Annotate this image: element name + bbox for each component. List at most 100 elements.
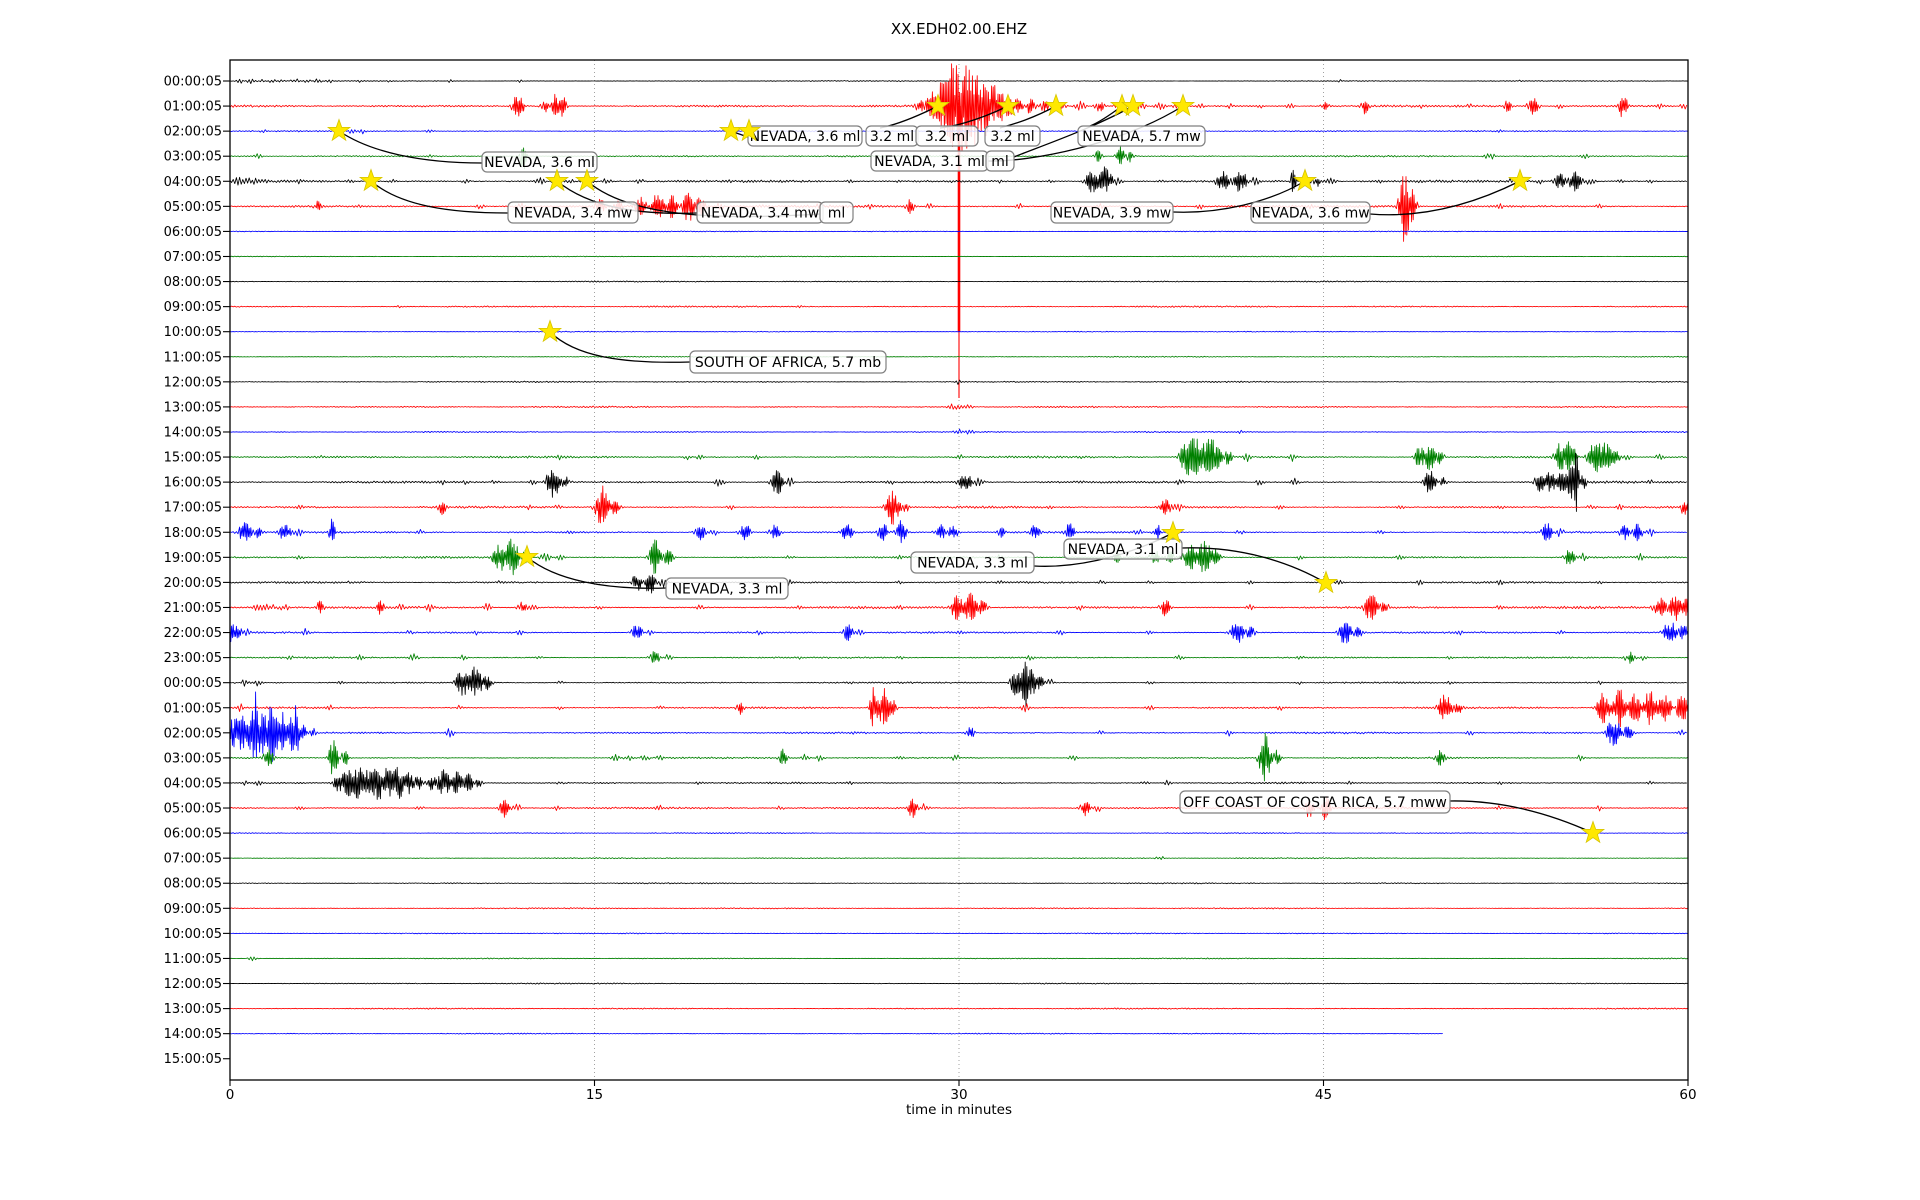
event-annotation: ml [986, 151, 1014, 171]
figure-canvas: 00:00:0501:00:0502:00:0503:00:0504:00:05… [0, 0, 1920, 1200]
event-annotation: NEVADA, 3.3 ml [666, 578, 788, 599]
event-star-marker [328, 120, 350, 141]
trace-row: 04:00:05 [164, 767, 1687, 799]
row-time-label: 03:00:05 [164, 150, 222, 165]
row-time-label: 07:00:05 [164, 852, 222, 867]
trace-row: 23:00:05 [164, 651, 1688, 666]
annotation-leader [339, 131, 482, 163]
row-time-label: 03:00:05 [164, 751, 222, 766]
trace-row: 00:00:05 [164, 662, 1687, 708]
seismic-trace [230, 692, 1687, 762]
seismic-trace [230, 1008, 1688, 1009]
seismogram-plot: 00:00:0501:00:0502:00:0503:00:0504:00:05… [0, 0, 1920, 1200]
event-annotation: 3.2 ml [985, 126, 1040, 146]
trace-row: 01:00:05 [164, 64, 1687, 398]
row-time-label: 12:00:05 [164, 977, 222, 992]
x-tick-label: 15 [586, 1087, 603, 1103]
event-annotation: OFF COAST OF COSTA RICA, 5.7 mww [1180, 791, 1450, 813]
annotation-layer: NEVADA, 3.6 ml NEVADA, 3.4 mw NEVADA, 3.4 … [482, 126, 1450, 813]
seismic-trace [230, 79, 1688, 84]
row-time-label: 21:00:05 [164, 601, 222, 616]
annotation-text: NEVADA, 3.1 ml [874, 154, 985, 170]
annotation-text: ml [828, 206, 846, 222]
event-annotation: ml [820, 202, 853, 223]
row-time-label: 02:00:05 [164, 125, 222, 140]
x-tick-label: 30 [950, 1087, 967, 1103]
trace-row: 02:00:05 [164, 692, 1687, 762]
annotation-text: NEVADA, 3.3 ml [917, 556, 1028, 572]
trace-row: 07:00:05 [164, 852, 1688, 867]
seismic-trace [230, 833, 1688, 834]
event-annotation: NEVADA, 3.1 ml [1064, 539, 1182, 559]
annotation-text: NEVADA, 3.6 ml [484, 155, 595, 171]
annotation-text: 3.2 ml [990, 129, 1034, 145]
event-annotation: NEVADA, 3.9 mw [1051, 202, 1173, 223]
trace-row: 11:00:05 [164, 350, 1688, 365]
row-time-label: 09:00:05 [164, 300, 222, 315]
annotation-leader [1450, 801, 1593, 833]
trace-row: 10:00:05 [164, 325, 1688, 340]
annotation-text: NEVADA, 3.4 mw [514, 206, 632, 222]
event-annotation: NEVADA, 3.6 ml [748, 126, 862, 146]
event-annotation: NEVADA, 3.3 ml [911, 552, 1034, 573]
row-time-label: 16:00:05 [164, 476, 222, 491]
trace-row: 15:00:05 [164, 1052, 230, 1067]
row-time-label: 13:00:05 [164, 1002, 222, 1017]
event-star-marker [720, 120, 742, 141]
event-star-marker [1509, 170, 1531, 191]
trace-row: 15:00:05 [164, 439, 1687, 475]
event-star-marker [1582, 822, 1604, 843]
annotation-text: OFF COAST OF COSTA RICA, 5.7 mww [1183, 795, 1447, 811]
row-time-label: 04:00:05 [164, 175, 222, 190]
row-time-label: 07:00:05 [164, 250, 222, 265]
annotation-leader [1370, 181, 1520, 215]
seismic-trace [230, 429, 1688, 434]
annotation-leader [550, 332, 690, 362]
annotation-text: NEVADA, 5.7 mw [1082, 129, 1200, 145]
row-time-label: 08:00:05 [164, 877, 222, 892]
trace-row: 12:00:05 [164, 977, 1688, 992]
trace-row: 06:00:05 [164, 827, 1688, 842]
trace-row: 09:00:05 [164, 300, 1688, 315]
event-annotation: 3.2 ml [916, 126, 978, 146]
row-time-label: 11:00:05 [164, 350, 222, 365]
trace-row: 05:00:05 [164, 797, 1688, 820]
seismic-trace [230, 652, 1688, 664]
annotation-text: NEVADA, 3.4 mw [701, 206, 819, 222]
row-time-label: 04:00:05 [164, 776, 222, 791]
row-time-label: 15:00:05 [164, 451, 222, 466]
row-time-label: 08:00:05 [164, 275, 222, 290]
row-time-label: 23:00:05 [164, 651, 222, 666]
event-annotation: SOUTH OF AFRICA, 5.7 mb [690, 351, 886, 373]
plot-title: XX.EDH02.00.EHZ [0, 20, 1918, 38]
trace-row: 16:00:05 [164, 453, 1687, 511]
trace-row: 14:00:05 [164, 425, 1688, 440]
trace-row: 20:00:05 [164, 575, 1688, 593]
row-time-label: 10:00:05 [164, 325, 222, 340]
row-time-label: 17:00:05 [164, 501, 222, 516]
seismic-trace [230, 1033, 1443, 1034]
seismic-trace [230, 593, 1688, 621]
row-time-label: 11:00:05 [164, 952, 222, 967]
seismic-trace [230, 331, 1688, 332]
trace-row: 14:00:05 [164, 1027, 1443, 1042]
trace-row: 09:00:05 [164, 902, 1688, 917]
seismic-trace [230, 256, 1688, 257]
event-annotation: NEVADA, 3.6 ml [482, 152, 597, 172]
event-annotation: NEVADA, 3.6 mw [1251, 202, 1370, 223]
x-tick-label: 0 [226, 1087, 235, 1103]
event-star-marker [1172, 95, 1194, 116]
annotation-text: ml [991, 154, 1009, 170]
trace-row: 07:00:05 [164, 250, 1688, 265]
seismic-trace [230, 519, 1687, 543]
trace-row: 13:00:05 [164, 400, 1688, 415]
row-time-label: 19:00:05 [164, 551, 222, 566]
seismic-trace [230, 439, 1687, 475]
trace-row: 18:00:05 [164, 519, 1687, 543]
event-star-marker [1294, 170, 1316, 191]
event-annotation: NEVADA, 3.4 mw [508, 202, 638, 223]
annotation-leader [371, 181, 508, 213]
row-time-label: 06:00:05 [164, 827, 222, 842]
row-time-label: 12:00:05 [164, 375, 222, 390]
annotation-text: SOUTH OF AFRICA, 5.7 mb [695, 355, 881, 371]
